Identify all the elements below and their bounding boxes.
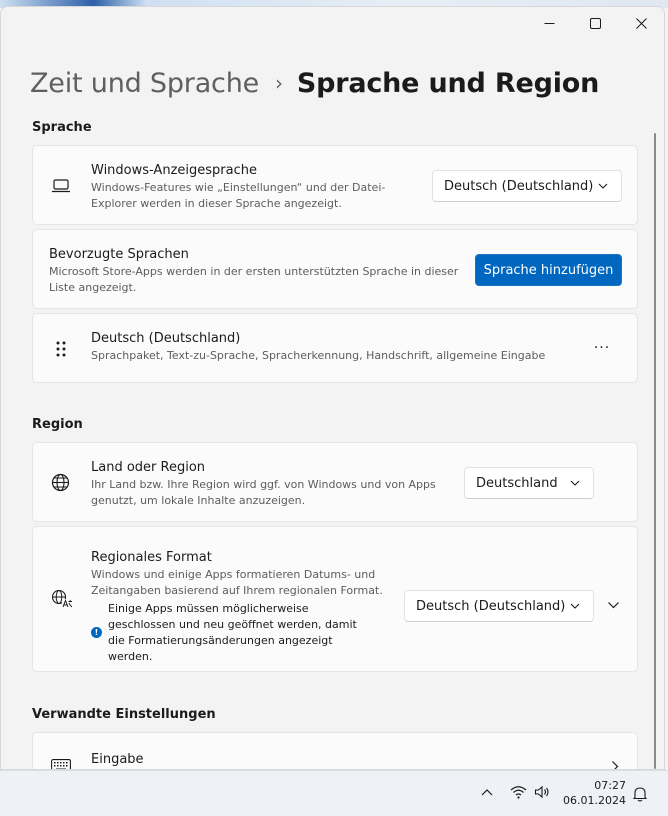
card-preferred-languages: Bevorzugte Sprachen Microsoft Store-Apps… bbox=[32, 229, 638, 309]
chevron-down-icon bbox=[598, 183, 608, 189]
regional-format-desc-line2: Zeitangaben basierend auf Ihrem regional… bbox=[91, 584, 383, 597]
clock-date: 06.01.2024 bbox=[563, 794, 626, 807]
country-region-desc-line1: Ihr Land bzw. Ihre Region wird ggf. von … bbox=[91, 478, 436, 491]
breadcrumb: Zeit und Sprache › Sprache und Region bbox=[30, 63, 599, 103]
preferred-languages-desc: Microsoft Store-Apps werden in der erste… bbox=[49, 264, 458, 296]
maximize-icon bbox=[589, 17, 601, 29]
globe-icon bbox=[51, 473, 70, 492]
notification-bell-icon[interactable] bbox=[633, 786, 647, 802]
card-language-item[interactable]: Deutsch (Deutschland) Sprachpaket, Text-… bbox=[32, 313, 638, 383]
regional-format-info-line1: Einige Apps müssen möglicherweise bbox=[108, 602, 309, 615]
section-title-sprache: Sprache bbox=[32, 120, 92, 135]
chevron-down-icon bbox=[570, 480, 580, 486]
regional-format-dropdown[interactable]: Deutsch (Deutschland) bbox=[404, 590, 594, 622]
system-clock[interactable]: 07:27 06.01.2024 bbox=[563, 778, 626, 808]
close-button[interactable] bbox=[618, 7, 664, 39]
keyboard-icon bbox=[51, 759, 71, 769]
taskbar: 07:27 06.01.2024 bbox=[0, 770, 668, 816]
regional-format-value: Deutsch (Deutschland) bbox=[416, 598, 566, 614]
display-language-dropdown[interactable]: Deutsch (Deutschland) bbox=[432, 170, 622, 202]
card-display-language: Windows-Anzeigesprache Windows-Features … bbox=[32, 145, 638, 225]
display-language-value: Deutsch (Deutschland) bbox=[444, 178, 594, 194]
section-title-related: Verwandte Einstellungen bbox=[32, 707, 216, 722]
settings-window: Zeit und Sprache › Sprache und Region Sp… bbox=[0, 6, 665, 770]
display-language-desc-line1: Windows-Features wie „Einstellungen“ und… bbox=[91, 181, 386, 194]
card-country-region: Land oder Region Ihr Land bzw. Ihre Regi… bbox=[32, 442, 638, 522]
speaker-icon[interactable] bbox=[534, 785, 550, 799]
regional-format-info-line3: die Formatierungsänderungen angezeigt bbox=[108, 634, 333, 647]
info-icon: ! bbox=[91, 627, 102, 638]
breadcrumb-separator-icon: › bbox=[275, 71, 283, 95]
breadcrumb-parent-link[interactable]: Zeit und Sprache bbox=[30, 68, 259, 99]
add-language-button[interactable]: Sprache hinzufügen bbox=[475, 254, 622, 286]
chevron-right-icon bbox=[612, 761, 619, 769]
language-item-desc: Sprachpaket, Text-zu-Sprache, Spracherke… bbox=[91, 349, 546, 362]
regional-format-info-line2: geschlossen und neu geöffnet werden, dam… bbox=[108, 618, 357, 631]
country-region-dropdown[interactable]: Deutschland bbox=[464, 467, 594, 499]
input-title: Eingabe bbox=[91, 752, 144, 767]
display-language-title: Windows-Anzeigesprache bbox=[91, 163, 257, 178]
clock-time: 07:27 bbox=[594, 779, 626, 792]
page-title: Sprache und Region bbox=[296, 67, 600, 99]
more-options-button[interactable]: ··· bbox=[587, 333, 617, 363]
preferred-languages-desc-line1: Microsoft Store-Apps werden in der erste… bbox=[49, 265, 459, 278]
country-region-desc-line2: genutzt, um lokale Inhalte anzuzeigen. bbox=[91, 494, 306, 507]
minimize-icon bbox=[544, 22, 554, 24]
regional-format-info: Einige Apps müssen möglicherweise geschl… bbox=[108, 601, 357, 665]
display-language-desc-line2: Explorer werden in dieser Sprache angeze… bbox=[91, 197, 342, 210]
maximize-button[interactable] bbox=[572, 7, 618, 39]
section-title-region: Region bbox=[32, 417, 83, 432]
country-region-desc: Ihr Land bzw. Ihre Region wird ggf. von … bbox=[91, 477, 436, 509]
chevron-down-icon bbox=[570, 603, 580, 609]
wifi-icon[interactable] bbox=[510, 785, 527, 799]
title-bar bbox=[526, 7, 664, 39]
regional-format-desc-line1: Windows und einige Apps formatieren Datu… bbox=[91, 568, 376, 581]
display-language-desc: Windows-Features wie „Einstellungen“ und… bbox=[91, 180, 385, 212]
regional-format-info-line4: werden. bbox=[108, 650, 153, 663]
card-regional-format[interactable]: Regionales Format Windows und einige App… bbox=[32, 526, 638, 672]
regional-format-title: Regionales Format bbox=[91, 550, 212, 565]
preferred-languages-desc-line2: Liste angezeigt. bbox=[49, 281, 137, 294]
laptop-icon bbox=[52, 179, 70, 193]
regional-format-desc: Windows und einige Apps formatieren Datu… bbox=[91, 567, 383, 599]
expand-chevron-icon[interactable] bbox=[607, 600, 620, 610]
drag-handle-icon[interactable] bbox=[55, 340, 67, 358]
preferred-languages-title: Bevorzugte Sprachen bbox=[49, 247, 189, 262]
country-region-value: Deutschland bbox=[476, 475, 558, 491]
chevron-up-icon[interactable] bbox=[481, 788, 493, 796]
close-icon bbox=[635, 17, 647, 29]
minimize-button[interactable] bbox=[526, 7, 572, 39]
scrollbar[interactable] bbox=[654, 133, 656, 769]
language-format-icon bbox=[51, 589, 73, 608]
card-input[interactable]: Eingabe bbox=[32, 732, 638, 769]
language-item-title: Deutsch (Deutschland) bbox=[91, 331, 241, 346]
country-region-title: Land oder Region bbox=[91, 460, 206, 475]
